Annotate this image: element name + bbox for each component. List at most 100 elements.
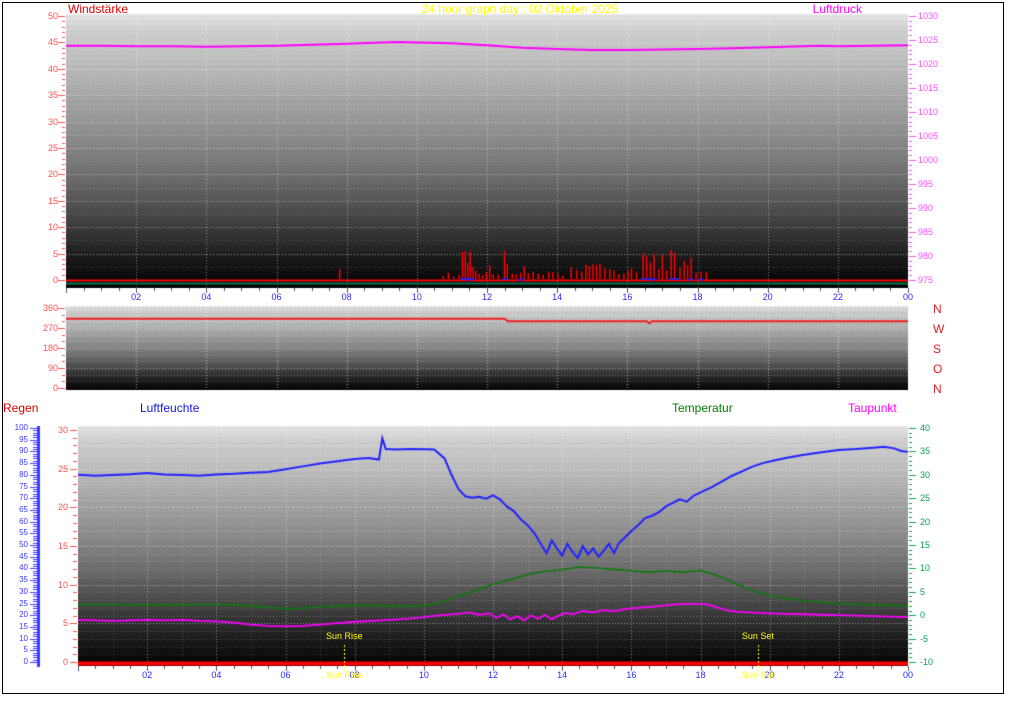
weather-graph-page: { "window": {"width": 1024, "height": 70… [0,0,1024,705]
pressure-axis-label: 985 [918,227,934,237]
time-axis-label: 14 [552,292,563,302]
wind-axis-label: 40 [47,63,58,74]
humidity-axis-label: 75 [19,481,28,491]
wind-axis-label: 5 [52,248,58,259]
humidity-axis-label: 35 [19,575,28,585]
sunrise-axis-label: Sun Rise [326,670,363,680]
time-axis-label: 00 [902,292,913,302]
wind-axis-label: 30 [47,116,58,127]
humidity-axis-label: 80 [19,469,28,479]
direction-axis-label: 0 [52,383,58,393]
direction-axis-label: 360 [42,303,58,313]
wind-axis-label: 20 [47,169,58,180]
time-axis-label: 12 [481,292,492,302]
temp-axis-label: -10 [920,657,934,667]
humidity-axis-label: 5 [23,645,28,655]
wind-axis-label: 0 [52,275,58,285]
direction-axis-label: 270 [42,323,58,333]
humidity-axis-label: 55 [19,528,28,538]
temp-axis-label: 15 [920,540,931,550]
rain-axis-label: 0 [62,657,68,667]
time-axis-label: 16 [622,292,633,302]
pressure-axis-label: 1015 [918,83,939,93]
pressure-axis-label: 1000 [918,155,939,165]
humidity-axis-label: 15 [19,621,28,631]
humidity-axis-label: 100 [14,423,28,432]
temp-axis-label: 40 [920,423,931,433]
time-axis-label: 20 [762,292,773,302]
compass-letter: W [933,322,945,336]
sunset-plot-label: Sun Set [741,631,774,641]
temp-axis-label: 25 [920,493,931,504]
direction-axis-label: 180 [42,343,58,353]
pressure-axis-label: 1020 [918,59,939,69]
pressure-axis-label: 1030 [918,11,939,21]
wind-axis-label: 10 [47,222,58,233]
wind-axis-label: 35 [47,90,58,101]
temp-axis-label: 10 [920,563,931,574]
time-axis-label: 02 [131,292,142,302]
wind-axis-label: 15 [47,195,58,206]
humidity-axis-label: 25 [19,598,28,608]
wind-axis-label: 45 [47,37,58,48]
wind-axis-label: 25 [47,143,58,153]
rain-axis-label: 25 [57,463,68,474]
humidity-axis-label: 60 [19,516,28,526]
pressure-axis-label: 995 [918,179,934,189]
pressure-axis-label: 1005 [918,131,939,141]
temp-axis-label: 30 [920,469,931,480]
rain-axis-label: 10 [57,579,68,590]
time-axis-label: 18 [695,670,706,680]
luftdruck-title: Luftdruck [812,2,862,16]
humidity-axis-label: 40 [19,563,28,573]
temp-axis-label: 0 [920,610,926,621]
time-axis-label: 02 [142,670,153,680]
temperatur-title: Temperatur [672,401,733,415]
time-axis-label: 06 [280,670,291,680]
pressure-axis-label: 980 [918,251,934,261]
sunset-axis-label: Sun Set [741,670,774,680]
humidity-axis-label: 90 [19,446,28,456]
compass-letter: N [933,302,942,316]
time-axis-label: 06 [271,292,282,302]
humidity-axis-label: 65 [19,504,28,514]
time-axis-label: 12 [487,670,498,680]
taupunkt-title: Taupunkt [848,401,897,415]
rain-axis-label: 30 [57,425,68,435]
time-axis-label: 10 [418,670,429,680]
sunrise-plot-label: Sun Rise [326,631,363,641]
rain-axis-label: 15 [57,541,68,551]
humidity-axis-label: 45 [19,551,28,561]
temp-axis-label: 35 [920,446,931,457]
time-axis-label: 00 [902,670,913,680]
graph-title: 24 hour graph day : 02 Oktober 2025 [421,2,619,16]
regen-title: Regen [3,401,39,415]
humidity-axis-label: 0 [23,657,28,666]
direction-axis-label: 90 [47,363,58,373]
humidity-axis-label: 10 [19,633,28,643]
time-axis-label: 16 [626,670,637,680]
temp-axis-label: -5 [920,633,929,644]
time-axis-label: 04 [211,670,222,680]
time-axis-label: 22 [832,292,843,302]
time-axis-label: 04 [201,292,212,302]
windstaerke-title: Windstärke [68,2,129,16]
humidity-axis-label: 95 [19,434,28,444]
time-axis-label: 14 [557,670,568,680]
compass-letter: S [933,342,942,356]
pressure-axis-label: 1025 [918,35,939,45]
humidity-axis-label: 30 [19,586,28,596]
humidity-axis-label: 50 [19,540,28,549]
luftfeuchte-title: Luftfeuchte [140,401,200,415]
humidity-axis-label: 20 [19,610,28,620]
rain-axis-label: 20 [57,502,68,513]
compass-letter: O [933,362,943,376]
compass-letter: N [933,382,942,396]
humidity-axis-label: 85 [19,458,28,468]
time-axis-label: 18 [692,292,703,302]
labels-layer: Windstärke 24 hour graph day : 02 Oktobe… [0,0,1024,705]
temp-axis-label: 5 [920,586,926,597]
time-axis-label: 10 [411,292,422,302]
wind-axis-label: 50 [47,11,58,21]
time-axis-label: 08 [341,292,352,302]
